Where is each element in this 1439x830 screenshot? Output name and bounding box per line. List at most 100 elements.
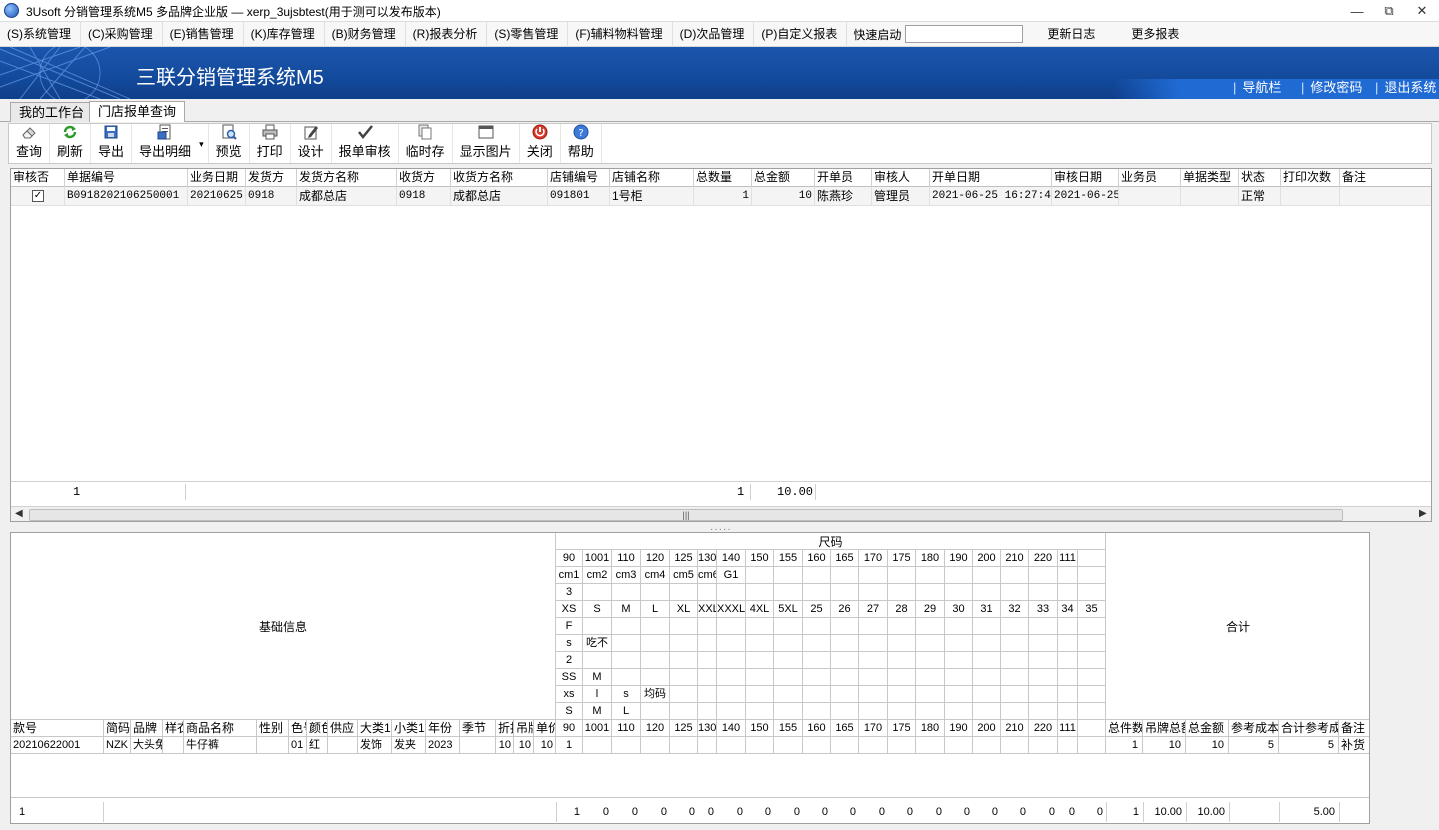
col-12[interactable]: 季节 bbox=[460, 720, 496, 737]
col-1[interactable]: 简码 bbox=[104, 720, 131, 737]
print-button[interactable]: 打印 bbox=[250, 124, 291, 163]
col-size[interactable]: 165 bbox=[831, 720, 859, 737]
col-size[interactable]: 130 bbox=[698, 720, 717, 737]
col-size[interactable]: 170 bbox=[859, 720, 888, 737]
col-size[interactable]: 111 bbox=[1058, 720, 1078, 737]
col-biz-date[interactable]: 业务日期 bbox=[188, 169, 246, 187]
menu-custom-reports[interactable]: (P)自定义报表 bbox=[754, 21, 848, 47]
col-14[interactable]: 吊牌 bbox=[514, 720, 534, 737]
col-size[interactable]: 1001 bbox=[583, 720, 612, 737]
col-9[interactable]: 大类1 bbox=[358, 720, 392, 737]
col-size[interactable]: 190 bbox=[945, 720, 973, 737]
col-total-5[interactable]: 备注 bbox=[1339, 720, 1369, 737]
col-13[interactable]: 折扣 bbox=[496, 720, 514, 737]
col-11[interactable]: 年份 bbox=[426, 720, 460, 737]
col-total-3[interactable]: 参考成本 bbox=[1229, 720, 1279, 737]
export-detail-button[interactable]: 导出明细 ▾ bbox=[132, 124, 209, 163]
col-print-count[interactable]: 打印次数 bbox=[1281, 169, 1340, 187]
show-image-button[interactable]: 显示图片 bbox=[453, 124, 520, 163]
col-creator[interactable]: 开单员 bbox=[815, 169, 872, 187]
col-shop-no[interactable]: 店铺编号 bbox=[548, 169, 610, 187]
horizontal-scrollbar[interactable]: ◀ ||| ▶ bbox=[11, 506, 1431, 521]
col-total-2[interactable]: 总金额 bbox=[1186, 720, 1229, 737]
col-reviewed[interactable]: 审核否 bbox=[11, 169, 65, 187]
col-size[interactable] bbox=[1078, 720, 1106, 737]
col-7[interactable]: 颜色 bbox=[307, 720, 328, 737]
reviewed-checkbox[interactable]: ✓ bbox=[32, 190, 44, 202]
design-button[interactable]: 设计 bbox=[291, 124, 332, 163]
col-size[interactable]: 125 bbox=[670, 720, 698, 737]
menu-purchase[interactable]: (C)采购管理 bbox=[81, 21, 163, 47]
col-status[interactable]: 状态 bbox=[1239, 169, 1281, 187]
col-total-4[interactable]: 合计参考成本 bbox=[1279, 720, 1339, 737]
col-15[interactable]: 单价 bbox=[534, 720, 556, 737]
col-reviewer[interactable]: 审核人 bbox=[872, 169, 930, 187]
col-size[interactable]: 120 bbox=[641, 720, 670, 737]
close-window-button[interactable]: ✕ bbox=[1405, 0, 1439, 22]
query-button[interactable]: 查询 bbox=[9, 124, 51, 163]
col-sender-name[interactable]: 发货方名称 bbox=[297, 169, 397, 187]
order-review-button[interactable]: 报单审核 bbox=[332, 124, 399, 163]
quick-start-input[interactable] bbox=[905, 25, 1024, 43]
col-size[interactable]: 155 bbox=[774, 720, 803, 737]
more-reports-link[interactable]: 更多报表 bbox=[1113, 22, 1197, 47]
col-total-0[interactable]: 总件数 bbox=[1106, 720, 1143, 737]
col-size[interactable]: 150 bbox=[746, 720, 774, 737]
col-receiver[interactable]: 收货方 bbox=[397, 169, 451, 187]
scroll-right-icon[interactable]: ▶ bbox=[1419, 508, 1427, 519]
nav-bar-link[interactable]: 导航栏 bbox=[1233, 77, 1281, 96]
col-6[interactable]: 色号 bbox=[289, 720, 307, 737]
refresh-button[interactable]: 刷新 bbox=[50, 124, 92, 163]
col-size[interactable]: 180 bbox=[916, 720, 945, 737]
col-size[interactable]: 90 bbox=[556, 720, 583, 737]
menu-inventory[interactable]: (K)库存管理 bbox=[244, 21, 325, 47]
col-size[interactable]: 220 bbox=[1029, 720, 1058, 737]
col-shop-name[interactable]: 店铺名称 bbox=[610, 169, 694, 187]
update-log-link[interactable]: 更新日志 bbox=[1029, 22, 1113, 47]
col-size[interactable]: 200 bbox=[973, 720, 1001, 737]
col-3[interactable]: 样衣 bbox=[163, 720, 184, 737]
close-button[interactable]: 关闭 bbox=[520, 124, 561, 163]
preview-button[interactable]: 预览 bbox=[209, 124, 250, 163]
cell-reviewed[interactable]: ✓ bbox=[11, 187, 65, 206]
scroll-left-icon[interactable]: ◀ bbox=[15, 508, 23, 519]
col-sender[interactable]: 发货方 bbox=[246, 169, 297, 187]
col-size[interactable]: 110 bbox=[612, 720, 641, 737]
menu-retail[interactable]: (S)零售管理 bbox=[487, 21, 569, 47]
col-total-amount[interactable]: 总金额 bbox=[752, 169, 815, 187]
table-row[interactable]: ✓ B0918202106250001 20210625 0918 成都总店 0… bbox=[11, 187, 1431, 206]
scroll-thumb[interactable]: ||| bbox=[29, 509, 1343, 521]
help-button[interactable]: ? 帮助 bbox=[561, 124, 602, 163]
chevron-down-icon[interactable]: ▾ bbox=[199, 139, 204, 150]
col-create-date[interactable]: 开单日期 bbox=[930, 169, 1052, 187]
tab-workbench[interactable]: 我的工作台 bbox=[10, 102, 94, 122]
col-2[interactable]: 品牌 bbox=[131, 720, 163, 737]
menu-finance[interactable]: (B)财务管理 bbox=[325, 21, 406, 47]
change-password-link[interactable]: 修改密码 bbox=[1301, 77, 1362, 96]
export-button[interactable]: 导出 bbox=[91, 124, 133, 163]
col-size[interactable]: 160 bbox=[803, 720, 831, 737]
col-doc-type[interactable]: 单据类型 bbox=[1181, 169, 1239, 187]
minimize-button[interactable]: — bbox=[1340, 0, 1374, 22]
menu-reports[interactable]: (R)报表分析 bbox=[406, 21, 488, 47]
menu-defects[interactable]: (D)次品管理 bbox=[673, 21, 755, 47]
col-5[interactable]: 性别 bbox=[257, 720, 289, 737]
col-4[interactable]: 商品名称 bbox=[184, 720, 257, 737]
col-doc-no[interactable]: 单据编号 bbox=[65, 169, 188, 187]
col-salesman[interactable]: 业务员 bbox=[1119, 169, 1181, 187]
col-10[interactable]: 小类1 bbox=[392, 720, 426, 737]
col-total-qty[interactable]: 总数量 bbox=[694, 169, 752, 187]
col-total-1[interactable]: 吊牌总额 bbox=[1143, 720, 1186, 737]
col-receiver-name[interactable]: 收货方名称 bbox=[451, 169, 548, 187]
col-0[interactable]: 款号 bbox=[11, 720, 104, 737]
exit-system-link[interactable]: 退出系统 bbox=[1375, 77, 1436, 96]
col-size[interactable]: 210 bbox=[1001, 720, 1029, 737]
col-remark[interactable]: 备注 bbox=[1340, 169, 1431, 187]
col-size[interactable]: 175 bbox=[888, 720, 916, 737]
col-size[interactable]: 140 bbox=[717, 720, 746, 737]
tab-store-order-query[interactable]: 门店报单查询 bbox=[89, 101, 186, 122]
restore-button[interactable]: ⧉ bbox=[1372, 0, 1406, 22]
menu-materials[interactable]: (F)辅料物料管理 bbox=[568, 21, 673, 47]
col-8[interactable]: 供应 bbox=[328, 720, 358, 737]
col-review-date[interactable]: 审核日期 bbox=[1052, 169, 1119, 187]
